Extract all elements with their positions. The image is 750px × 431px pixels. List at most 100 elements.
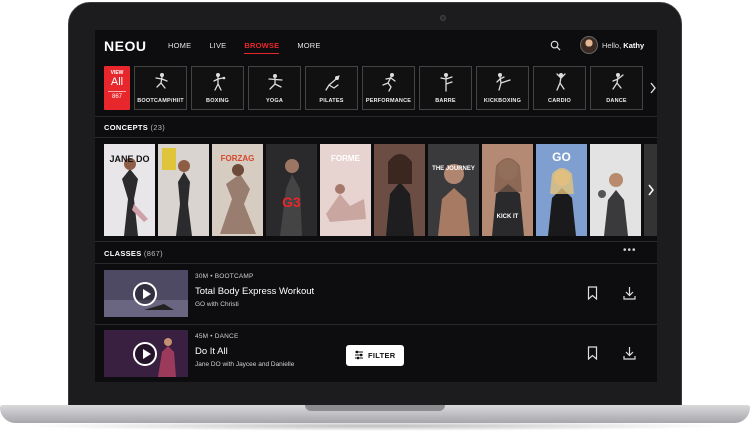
poster-figure [598,173,628,236]
category-label: PILATES [319,98,344,104]
category-label: KICKBOXING [483,98,522,104]
category-yoga[interactable]: YOGA [248,66,301,110]
app-screen: NEOU HOME LIVE BROWSE MORE Hello, Kathy … [95,30,657,382]
class-instructor: Jane DO with Jaycee and Danielle [195,361,295,368]
view-all-label: All [110,76,124,88]
chevron-right-icon[interactable] [647,183,655,197]
divider [95,324,657,325]
concept-poster-g3[interactable]: G3 [266,144,317,236]
concept-poster-6[interactable] [374,144,425,236]
class-thumbnail[interactable] [104,270,188,317]
concept-poster-10[interactable] [590,144,641,236]
concepts-title: CONCEPTS [104,123,149,132]
category-pilates[interactable]: PILATES [305,66,358,110]
category-label: YOGA [266,98,283,104]
classes-heading: CLASSES (867) [104,249,163,258]
category-label: BARRE [435,98,456,104]
concept-poster-jane-do[interactable]: JANE DO [104,144,155,236]
top-nav: NEOU HOME LIVE BROWSE MORE Hello, Kathy [95,30,657,62]
view-all-button[interactable]: VIEW All 867 [104,66,130,110]
yoga-icon [268,74,283,90]
concept-poster-2[interactable] [158,144,209,236]
poster-title: FORZAG [220,154,255,163]
nav-home[interactable]: HOME [168,41,191,54]
view-all-count: 867 [108,91,126,100]
poster-title: JANE DO [109,154,150,164]
camera-icon [440,15,446,21]
class-meta: 45M • DANCE [195,333,239,340]
classes-title: CLASSES [104,249,142,258]
class-meta: 30M • BOOTCAMP [195,273,254,280]
poster-figure [280,159,302,236]
class-row[interactable]: 30M • BOOTCAMP Total Body Express Workou… [104,270,657,318]
performance-icon [382,73,396,92]
more-options-icon[interactable]: ••• [623,245,637,256]
divider [95,263,657,264]
laptop-notch [305,405,445,411]
concept-poster-forme[interactable]: FORME [320,144,371,236]
nav-browse[interactable]: BROWSE [244,41,280,54]
user-greeting[interactable]: Hello, Kathy [602,41,644,50]
concept-poster-kick-it[interactable]: KICK IT [482,144,533,236]
concept-poster-go[interactable]: GO [536,144,587,236]
category-boxing[interactable]: BOXING [191,66,244,110]
category-label: BOXING [206,98,229,104]
category-bootcamp[interactable]: BOOTCAMP/HIIT [134,66,187,110]
concept-poster-forzag[interactable]: FORZAG [212,144,263,236]
poster-title: FORME [331,154,360,163]
nav-more[interactable]: MORE [297,41,320,54]
search-icon[interactable] [550,40,561,51]
poster-title: GO [552,150,571,164]
category-performance[interactable]: PERFORMANCE [362,66,415,110]
view-all-top: VIEW [110,70,124,76]
filter-button[interactable]: FILTER [346,345,404,366]
poster-title: KICK IT [496,214,519,220]
class-title[interactable]: Total Body Express Workout [195,286,314,297]
category-label: PERFORMANCE [365,98,412,104]
poster-figure [492,158,524,236]
category-label: DANCE [606,98,627,104]
concepts-carousel: JANE DO FORZAG G3 FORME THE JOURNEY KICK… [104,144,657,236]
category-label: BOOTCAMP/HIIT [137,98,184,104]
nav-live[interactable]: LIVE [209,41,226,54]
boxing-icon [213,73,226,91]
download-icon[interactable] [623,286,636,300]
bootcamp-icon [155,73,168,89]
avatar[interactable] [580,36,598,54]
class-title[interactable]: Do It All [195,346,228,357]
class-thumbnail[interactable] [104,330,188,377]
bookmark-icon[interactable] [587,286,598,300]
filter-sliders-icon [355,350,363,360]
download-icon[interactable] [623,346,636,360]
divider [95,137,657,138]
bookmark-icon[interactable] [587,346,598,360]
poster-figure [162,148,192,236]
category-label: CARDIO [548,98,571,104]
play-icon[interactable] [133,342,157,366]
poster-title: G3 [282,194,301,210]
kickboxing-icon [496,73,511,91]
chevron-right-icon[interactable] [649,81,657,95]
poster-figure [386,154,414,236]
play-icon[interactable] [133,282,157,306]
class-instructor: GO with Christi [195,301,239,308]
category-row: VIEW All 867 BOOTCAMP/HIIT BOXING YOGA P… [104,66,657,110]
category-barre[interactable]: BARRE [419,66,472,110]
poster-figure [438,164,470,236]
neou-logo[interactable]: NEOU [104,38,146,54]
divider [95,241,657,242]
concept-poster-the-journey[interactable]: THE JOURNEY [428,144,479,236]
category-dance[interactable]: DANCE [590,66,643,110]
nav-links: HOME LIVE BROWSE MORE [168,41,339,54]
dance-icon [612,73,624,90]
barre-icon [440,73,453,92]
cardio-icon [556,73,566,91]
concepts-count: (23) [150,123,166,132]
concepts-heading: CONCEPTS (23) [104,123,165,132]
divider [95,116,657,117]
filter-label: FILTER [368,351,396,360]
category-cardio[interactable]: CARDIO [533,66,586,110]
category-kickboxing[interactable]: KICKBOXING [476,66,529,110]
greeting-text: Hello, [602,41,622,50]
classes-count: (867) [143,249,163,258]
